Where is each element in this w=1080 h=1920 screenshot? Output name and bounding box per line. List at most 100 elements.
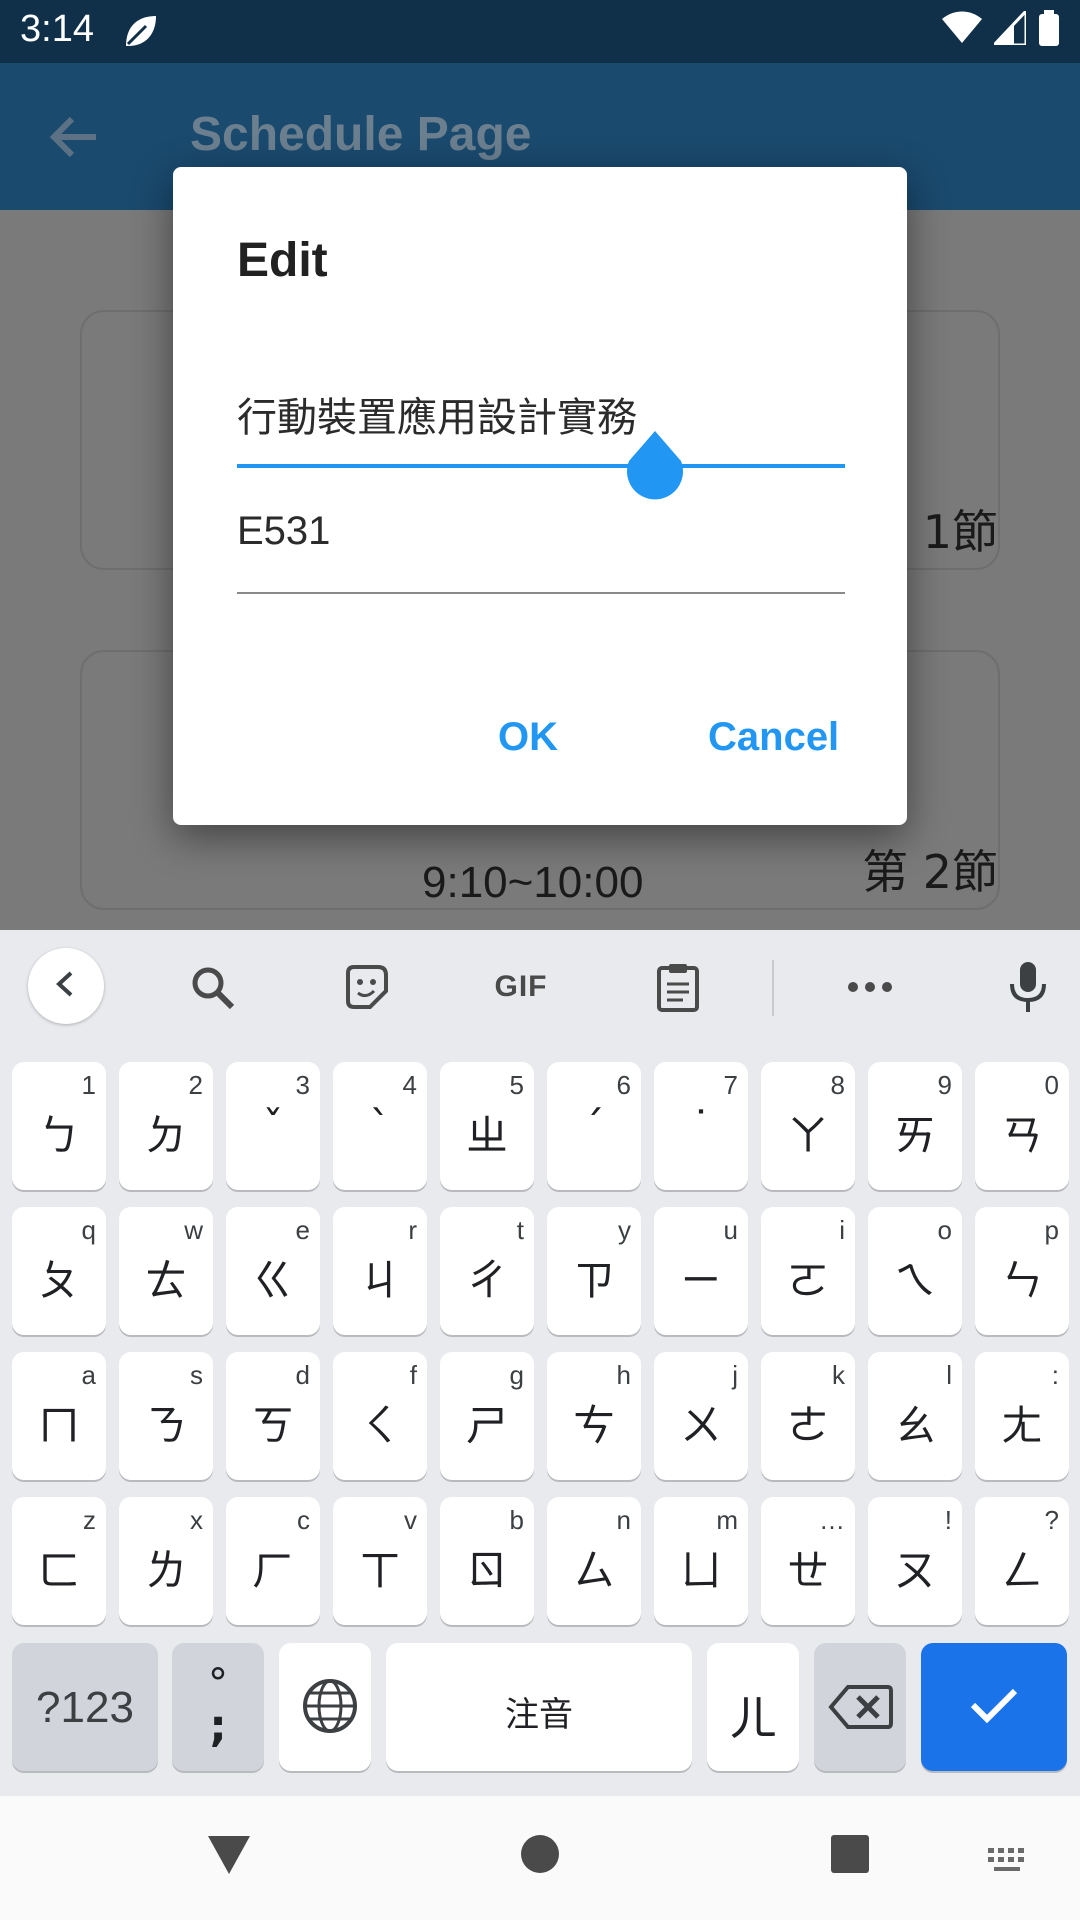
card-time: 9:10~10:00 (422, 858, 644, 907)
key[interactable]: ˋ4 (333, 1062, 427, 1190)
key[interactable]: ㄅ1 (12, 1062, 106, 1190)
gif-button[interactable]: GIF (486, 955, 556, 1019)
key[interactable]: ㄘh (547, 1352, 641, 1480)
cursor-handle-icon[interactable] (625, 431, 685, 505)
key[interactable]: ㄎd (226, 1352, 320, 1480)
key[interactable]: ㄙn (547, 1497, 641, 1625)
sticker-icon[interactable] (334, 955, 398, 1019)
status-time: 3:14 (20, 8, 94, 50)
key[interactable]: ㄞ9 (868, 1062, 962, 1190)
key-label: ˇ (262, 1102, 284, 1151)
key-label: ㄊ (144, 1256, 187, 1305)
key-label: ㄌ (144, 1546, 187, 1595)
card-period: 1節 (922, 505, 998, 559)
cancel-button[interactable]: Cancel (708, 715, 839, 760)
key[interactable]: ㄠl (868, 1352, 962, 1480)
key-label: ㄋ (144, 1401, 187, 1450)
key[interactable]: ㄓ5 (440, 1062, 534, 1190)
key-hint: : (1051, 1360, 1059, 1390)
key-label: ㄝ (786, 1546, 829, 1595)
er-key[interactable]: ㄦ (707, 1643, 799, 1771)
key-hint: s (190, 1360, 203, 1390)
key[interactable]: ㄟo (868, 1207, 962, 1335)
key[interactable]: ㄢ0 (975, 1062, 1069, 1190)
key[interactable]: ㄍe (226, 1207, 320, 1335)
keyboard-toolbar: GIF (0, 930, 1080, 1044)
key[interactable]: ㄑf (333, 1352, 427, 1480)
language-key[interactable] (279, 1643, 371, 1771)
room-underline (237, 592, 845, 594)
key-label: ㄧ (679, 1256, 722, 1305)
nav-back-icon[interactable] (206, 1834, 252, 1880)
key-label: ㄏ (251, 1546, 294, 1595)
key-label: ㄤ (1000, 1401, 1043, 1450)
enter-key[interactable] (921, 1643, 1067, 1771)
key[interactable]: ㄏc (226, 1497, 320, 1625)
key-label: ㄇ (37, 1401, 80, 1450)
key-label: ㄩ (679, 1546, 722, 1595)
key[interactable]: ㄉ2 (119, 1062, 213, 1190)
microphone-icon[interactable] (996, 955, 1060, 1019)
key[interactable]: ˙ 7 (654, 1062, 748, 1190)
room-field[interactable]: E531 (237, 509, 330, 554)
key[interactable]: ㄩm (654, 1497, 748, 1625)
key[interactable]: ㄨj (654, 1352, 748, 1480)
space-key[interactable]: 注音 (386, 1643, 692, 1771)
key[interactable]: ㄋs (119, 1352, 213, 1480)
key[interactable]: ㄆq (12, 1207, 106, 1335)
collapse-toolbar-button[interactable] (28, 948, 104, 1024)
key[interactable]: ㄔt (440, 1207, 534, 1335)
key-label: ㄒ (358, 1546, 401, 1595)
key[interactable]: ㄕg (440, 1352, 534, 1480)
key-label: ㄓ (465, 1111, 508, 1160)
key[interactable]: ㄤ: (975, 1352, 1069, 1480)
key[interactable]: ㄖb (440, 1497, 534, 1625)
key-label: ㄞ (893, 1111, 936, 1160)
edit-dialog: Edit 行動裝置應用設計實務 E531 OK Cancel (173, 167, 907, 825)
key[interactable]: ㄗy (547, 1207, 641, 1335)
back-arrow-icon[interactable] (48, 111, 100, 167)
nav-home-icon[interactable] (520, 1834, 560, 1878)
key[interactable]: ㄥ? (975, 1497, 1069, 1625)
key-hint: x (190, 1505, 203, 1535)
punctuation-key[interactable]: ° ; (172, 1643, 264, 1771)
key[interactable]: ㄈz (12, 1497, 106, 1625)
key[interactable]: ㄇa (12, 1352, 106, 1480)
key[interactable]: ˇ3 (226, 1062, 320, 1190)
key[interactable]: ㄌx (119, 1497, 213, 1625)
key-hint: v (404, 1505, 417, 1535)
symbols-key[interactable]: ?123 (12, 1643, 158, 1771)
key[interactable]: ㄜk (761, 1352, 855, 1480)
key-hint: m (716, 1505, 738, 1535)
ok-button[interactable]: OK (498, 715, 558, 760)
backspace-icon (828, 1683, 894, 1735)
key[interactable]: ㄐr (333, 1207, 427, 1335)
key-hint: r (408, 1215, 417, 1245)
key[interactable]: ㄡ! (868, 1497, 962, 1625)
key[interactable]: ㄛi (761, 1207, 855, 1335)
key-label: ㄘ (572, 1401, 615, 1450)
clipboard-icon[interactable] (646, 955, 710, 1019)
key[interactable]: ㄝ… (761, 1497, 855, 1625)
key[interactable]: ˊ6 (547, 1062, 641, 1190)
key-hint: 0 (1044, 1070, 1059, 1100)
keyboard-switch-icon[interactable] (986, 1846, 1030, 1878)
key-label: ㄣ (1000, 1256, 1043, 1305)
search-icon[interactable] (180, 955, 244, 1019)
backspace-key[interactable] (814, 1643, 906, 1771)
key-label: ㄠ (893, 1401, 936, 1450)
key[interactable]: ㄧu (654, 1207, 748, 1335)
more-icon[interactable] (838, 955, 902, 1019)
key[interactable]: ㄣp (975, 1207, 1069, 1335)
key-hint: a (81, 1360, 96, 1390)
key-hint: 3 (295, 1070, 310, 1100)
key[interactable]: ㄒv (333, 1497, 427, 1625)
key-hint: 7 (723, 1070, 738, 1100)
key[interactable]: ㄊw (119, 1207, 213, 1335)
soft-keyboard: GIF ㄅ 1 ㄉ 2 ˇ 3 ˋ 4 ㄓ 5 ˊ 6 ˙ 7 ㄚ 8 ㄞ 9 ㄢ 0 ㄆ q ㄊ w ㄍ e ㄐ r ㄔ t ㄗ y ㄧ u ㄛ i… (0, 930, 1080, 1796)
course-name-field[interactable]: 行動裝置應用設計實務 (237, 385, 637, 443)
wifi-icon (942, 11, 982, 49)
key[interactable]: ㄚ8 (761, 1062, 855, 1190)
nav-recents-icon[interactable] (830, 1834, 870, 1878)
key-label: ㄆ (37, 1256, 80, 1305)
